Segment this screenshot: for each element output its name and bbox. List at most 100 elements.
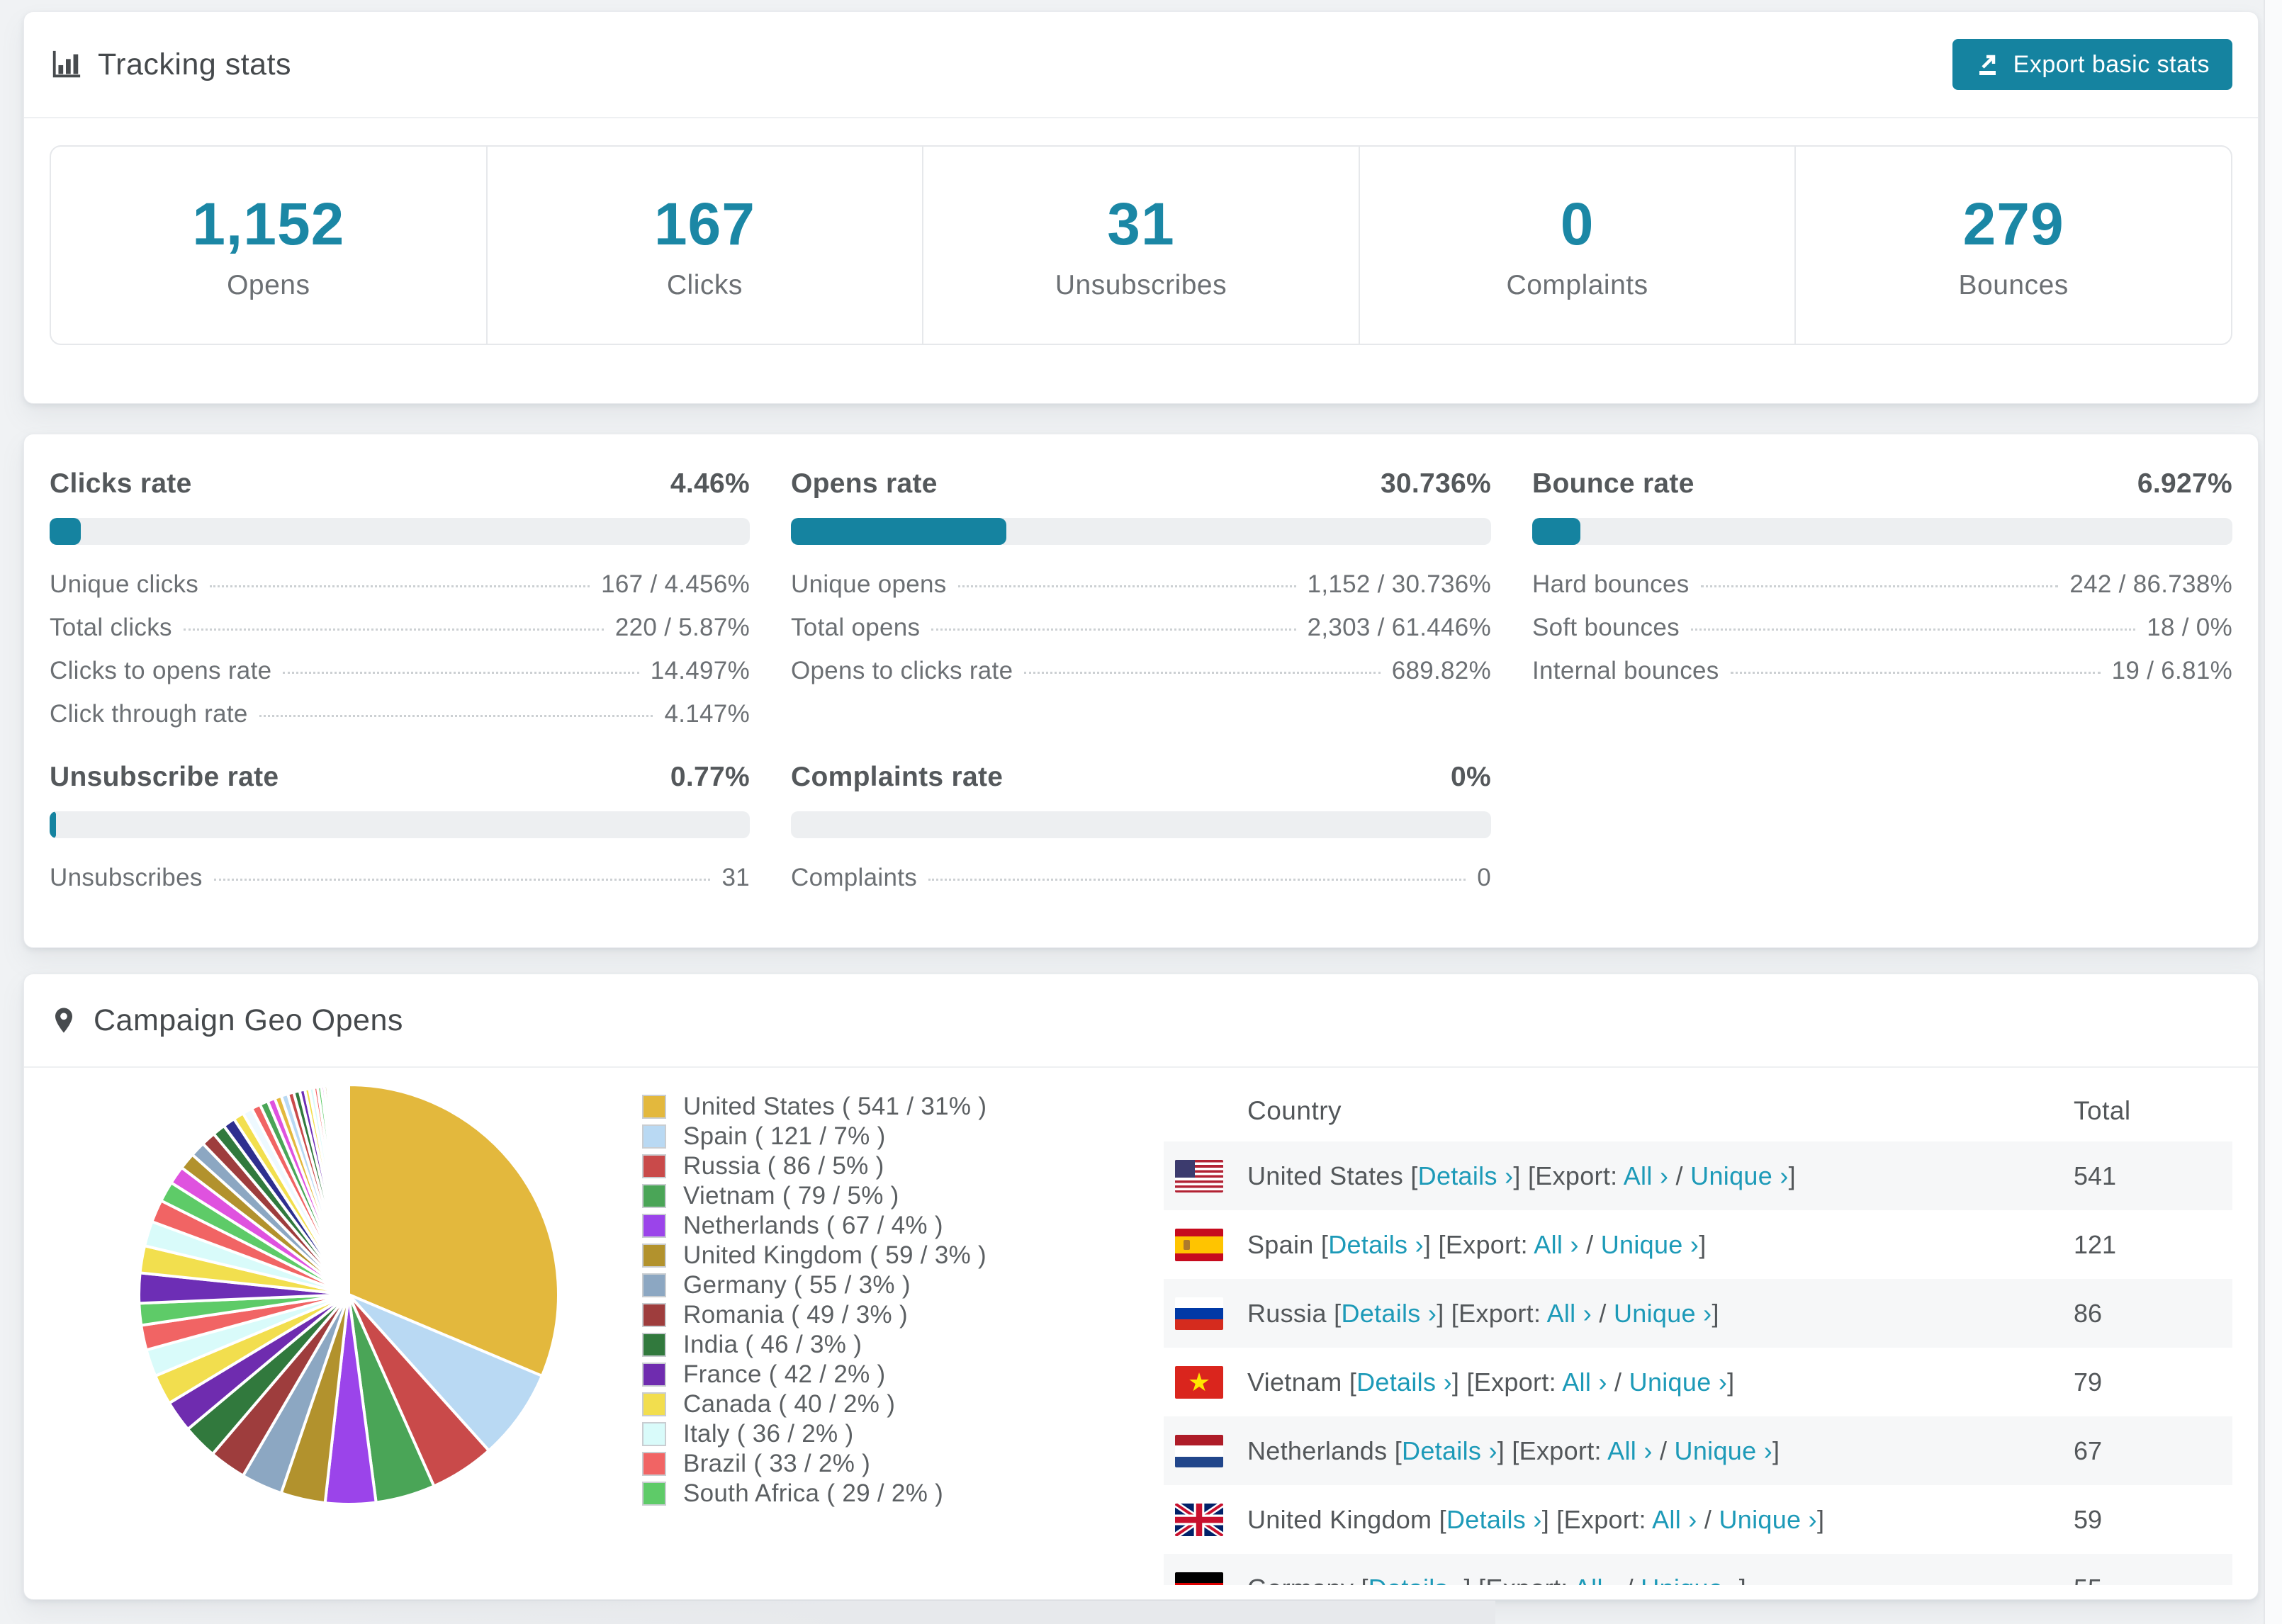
detail-value: 689.82% xyxy=(1391,657,1491,684)
rate-section-unsubscribe-rate: Unsubscribe rate 0.77% Unsubscribes 31 xyxy=(50,762,750,907)
details-link[interactable]: Details › xyxy=(1418,1161,1514,1190)
stats-summary-strip: 1,152 Opens 167 Clicks 31 Unsubscribes 0 Compla… xyxy=(50,145,2232,345)
legend-item: Germany ( 55 / 3% ) xyxy=(642,1270,1164,1300)
export-all-link[interactable]: All › xyxy=(1562,1368,1607,1397)
export-icon xyxy=(1975,52,2001,77)
country-cell: Russia [Details ›] [Export: All › / Uniq… xyxy=(1247,1299,1719,1329)
stat-label: Opens xyxy=(227,269,310,300)
detail-label: Hard bounces xyxy=(1532,570,1690,598)
total-cell: 541 xyxy=(2074,1161,2117,1190)
page-title: Tracking stats xyxy=(98,47,292,81)
legend-item: France ( 42 / 2% ) xyxy=(642,1360,1164,1389)
country-name: United States xyxy=(1247,1161,1404,1190)
rate-section-bounce-rate: Bounce rate 6.927% Hard bounces 242 / 86.73… xyxy=(1532,468,2232,743)
dotted-leader xyxy=(1024,672,1381,674)
stat-box-clicks: 167 Clicks xyxy=(488,147,924,344)
rates-card: Clicks rate 4.46% Unique clicks 167 / 4.456… xyxy=(23,434,2259,948)
legend-swatch xyxy=(642,1273,666,1297)
rate-title: Opens rate xyxy=(791,468,938,499)
detail-label: Unique clicks xyxy=(50,570,199,598)
rate-detail-row: Total opens 2,303 / 61.446% xyxy=(791,614,1491,642)
legend-item: Russia ( 86 / 5% ) xyxy=(642,1151,1164,1181)
dotted-leader xyxy=(928,879,1466,881)
rate-section-clicks-rate: Clicks rate 4.46% Unique clicks 167 / 4.456… xyxy=(50,468,750,743)
rate-title-row: Opens rate 30.736% xyxy=(791,468,1491,500)
map-pin-icon xyxy=(50,1006,78,1034)
export-unique-link[interactable]: Unique › xyxy=(1601,1230,1699,1259)
details-link[interactable]: Details › xyxy=(1356,1368,1452,1397)
rate-detail-row: Click through rate 4.147% xyxy=(50,700,750,728)
detail-label: Unsubscribes xyxy=(50,864,203,891)
export-all-link[interactable]: All › xyxy=(1534,1230,1579,1259)
export-unique-link[interactable]: Unique › xyxy=(1690,1161,1788,1190)
legend-label: Canada ( 40 / 2% ) xyxy=(683,1390,896,1418)
stat-value: 167 xyxy=(653,190,755,257)
rate-details: Unique opens 1,152 / 30.736% Total opens 2,… xyxy=(791,570,1491,685)
rate-detail-row: Unique clicks 167 / 4.456% xyxy=(50,570,750,599)
country-cell: Vietnam [Details ›] [Export: All › / Uni… xyxy=(1247,1368,1734,1397)
bracket-text: ] xyxy=(1772,1436,1780,1465)
stat-value: 1,152 xyxy=(192,190,345,257)
slash-text: / xyxy=(1697,1504,1719,1534)
export-all-link[interactable]: All › xyxy=(1547,1299,1592,1328)
vertical-scrollbar[interactable] xyxy=(2264,0,2282,1624)
details-link[interactable]: Details › xyxy=(1402,1436,1497,1465)
details-link[interactable]: Details › xyxy=(1328,1230,1424,1259)
export-all-link[interactable]: All › xyxy=(1607,1436,1653,1465)
country-name: Spain xyxy=(1247,1229,1314,1259)
details-link[interactable]: Details › xyxy=(1368,1574,1464,1586)
legend-item: United States ( 541 / 31% ) xyxy=(642,1092,1164,1122)
legend-label: Germany ( 55 / 3% ) xyxy=(683,1271,911,1299)
export-basic-stats-button[interactable]: Export basic stats xyxy=(1952,39,2232,90)
export-all-link[interactable]: All › xyxy=(1574,1574,1619,1586)
geo-table-rows: United States [Details ›] [Export: All ›… xyxy=(1164,1141,2232,1585)
legend-swatch xyxy=(642,1154,666,1178)
export-all-link[interactable]: All › xyxy=(1652,1505,1697,1534)
legend-label: France ( 42 / 2% ) xyxy=(683,1360,886,1388)
stat-label: Complaints xyxy=(1506,269,1648,300)
bracket-text: ] [Export: xyxy=(1541,1504,1653,1534)
bracket-text: ] xyxy=(1788,1161,1796,1190)
rate-detail-row: Total clicks 220 / 5.87% xyxy=(50,614,750,642)
details-link[interactable]: Details › xyxy=(1446,1505,1542,1534)
rate-title-row: Unsubscribe rate 0.77% xyxy=(50,762,750,793)
bracket-text: ] [Export: xyxy=(1423,1229,1534,1259)
export-all-link[interactable]: All › xyxy=(1624,1161,1669,1190)
bracket-text: ] xyxy=(1739,1574,1746,1586)
rate-detail-row: Unsubscribes 31 xyxy=(50,864,750,892)
export-unique-link[interactable]: Unique › xyxy=(1614,1299,1712,1328)
total-cell: 67 xyxy=(2074,1436,2103,1465)
export-unique-link[interactable]: Unique › xyxy=(1719,1505,1816,1534)
geo-body: United States ( 541 / 31% ) Spain ( 121 /… xyxy=(24,1068,2258,1585)
dotted-leader xyxy=(213,879,711,881)
es-flag-icon xyxy=(1175,1228,1223,1261)
export-unique-link[interactable]: Unique › xyxy=(1629,1368,1727,1397)
rate-value: 0.77% xyxy=(670,762,750,792)
de-flag-icon xyxy=(1175,1572,1223,1585)
rate-value: 0% xyxy=(1451,762,1491,792)
dotted-leader xyxy=(1700,585,2059,587)
details-link[interactable]: Details › xyxy=(1341,1299,1437,1328)
export-unique-link[interactable]: Unique › xyxy=(1641,1574,1738,1586)
legend-item: Brazil ( 33 / 2% ) xyxy=(642,1449,1164,1479)
slash-text: / xyxy=(1668,1161,1691,1190)
legend-item: South Africa ( 29 / 2% ) xyxy=(642,1479,1164,1509)
legend-label: Vietnam ( 79 / 5% ) xyxy=(683,1182,899,1209)
legend-item: India ( 46 / 3% ) xyxy=(642,1330,1164,1360)
geo-legend: United States ( 541 / 31% ) Spain ( 121 /… xyxy=(642,1081,1164,1585)
geo-pie-chart xyxy=(50,1081,642,1585)
country-name: Russia xyxy=(1247,1298,1327,1328)
horizontal-scrollbar-thumb[interactable] xyxy=(0,1601,1495,1624)
legend-swatch xyxy=(642,1392,666,1416)
stat-label: Unsubscribes xyxy=(1055,269,1227,300)
total-cell: 59 xyxy=(2074,1504,2103,1534)
stat-box-complaints: 0 Complaints xyxy=(1360,147,1797,344)
legend-swatch xyxy=(642,1363,666,1387)
table-row-us: United States [Details ›] [Export: All ›… xyxy=(1164,1141,2232,1210)
rate-detail-row: Complaints 0 xyxy=(791,864,1491,892)
rate-title-row: Bounce rate 6.927% xyxy=(1532,468,2232,500)
country-name: Netherlands xyxy=(1247,1436,1388,1465)
rate-detail-row: Soft bounces 18 / 0% xyxy=(1532,614,2232,642)
legend-item: Italy ( 36 / 2% ) xyxy=(642,1419,1164,1449)
export-unique-link[interactable]: Unique › xyxy=(1675,1436,1772,1465)
